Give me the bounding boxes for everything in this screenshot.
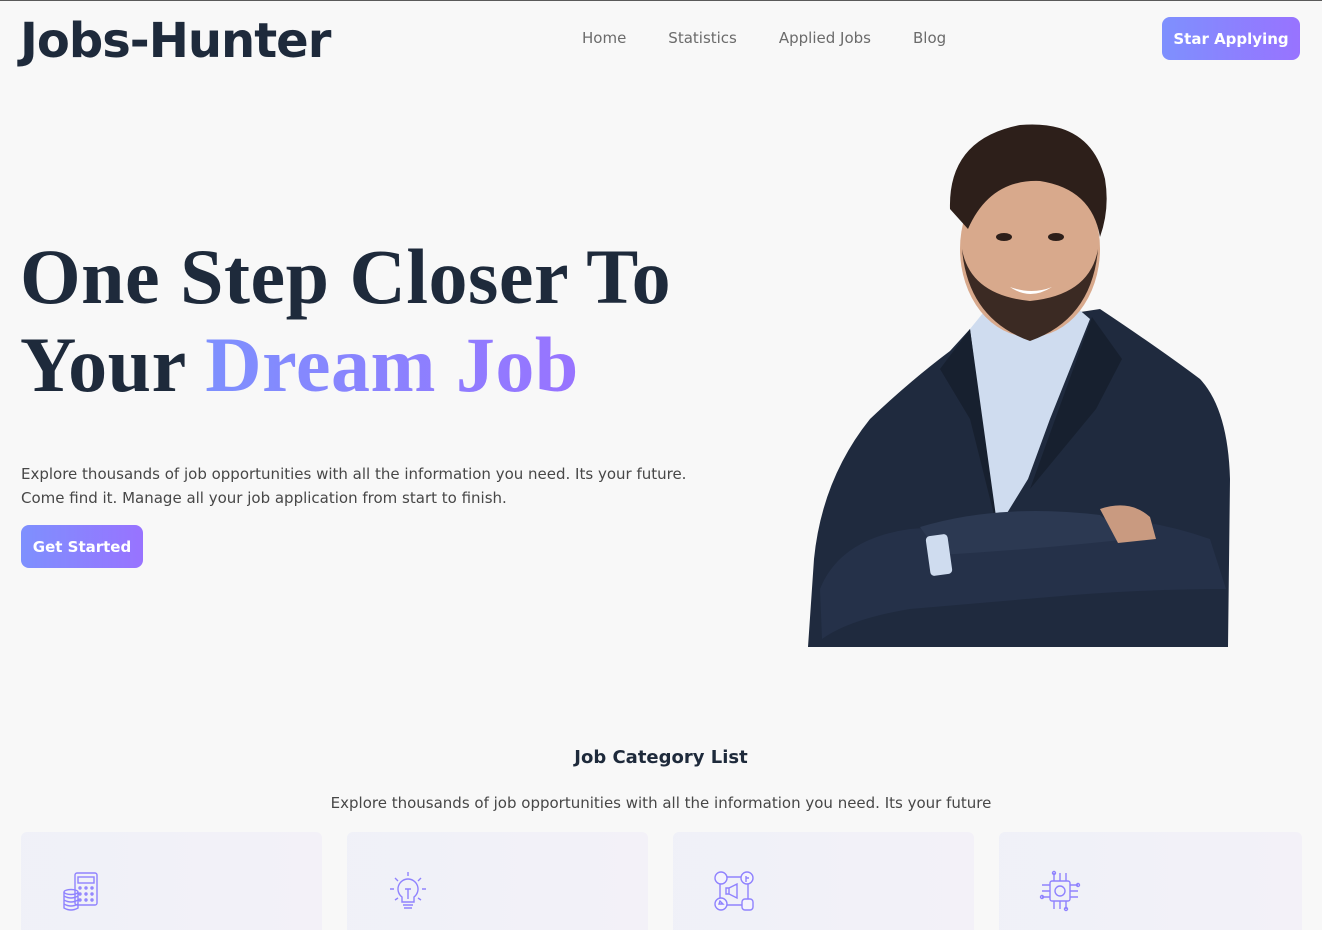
lightbulb-idea-icon	[390, 872, 426, 909]
chip-engineering-icon	[1039, 870, 1081, 912]
hero-person-photo	[808, 124, 1230, 647]
category-section-subtitle: Explore thousands of job opportunities w…	[330, 794, 992, 812]
navbar: Jobs-Hunter Home Statistics Applied Jobs…	[0, 1, 1322, 81]
category-card-creative[interactable]	[347, 832, 648, 930]
category-card-marketing[interactable]	[673, 832, 974, 930]
accounts-calculator-icon	[63, 872, 98, 911]
nav-links: Home Statistics Applied Jobs Blog	[582, 27, 988, 49]
get-started-button[interactable]: Get Started	[21, 525, 143, 568]
social-media-marketing-icon	[714, 871, 754, 911]
hero-title-line1: One Step Closer To	[20, 233, 672, 320]
nav-link-statistics[interactable]: Statistics	[668, 27, 737, 49]
star-applying-button[interactable]: Star Applying	[1162, 17, 1300, 60]
hero-title-accent: Dream Job	[205, 321, 579, 408]
category-section-title: Job Category List	[574, 747, 748, 768]
nav-link-applied-jobs[interactable]: Applied Jobs	[779, 27, 871, 49]
hero-title: One Step Closer To Your Dream Job	[20, 233, 671, 409]
hero-title-line2: Your	[20, 321, 206, 408]
hero-description: Explore thousands of job opportunities w…	[21, 465, 687, 507]
category-card-accounts[interactable]	[21, 832, 322, 930]
nav-link-blog[interactable]: Blog	[913, 27, 946, 49]
nav-link-home[interactable]: Home	[582, 27, 626, 49]
brand-logo[interactable]: Jobs-Hunter	[20, 11, 331, 71]
category-grid	[21, 832, 1302, 930]
category-card-engineering[interactable]	[999, 832, 1302, 930]
